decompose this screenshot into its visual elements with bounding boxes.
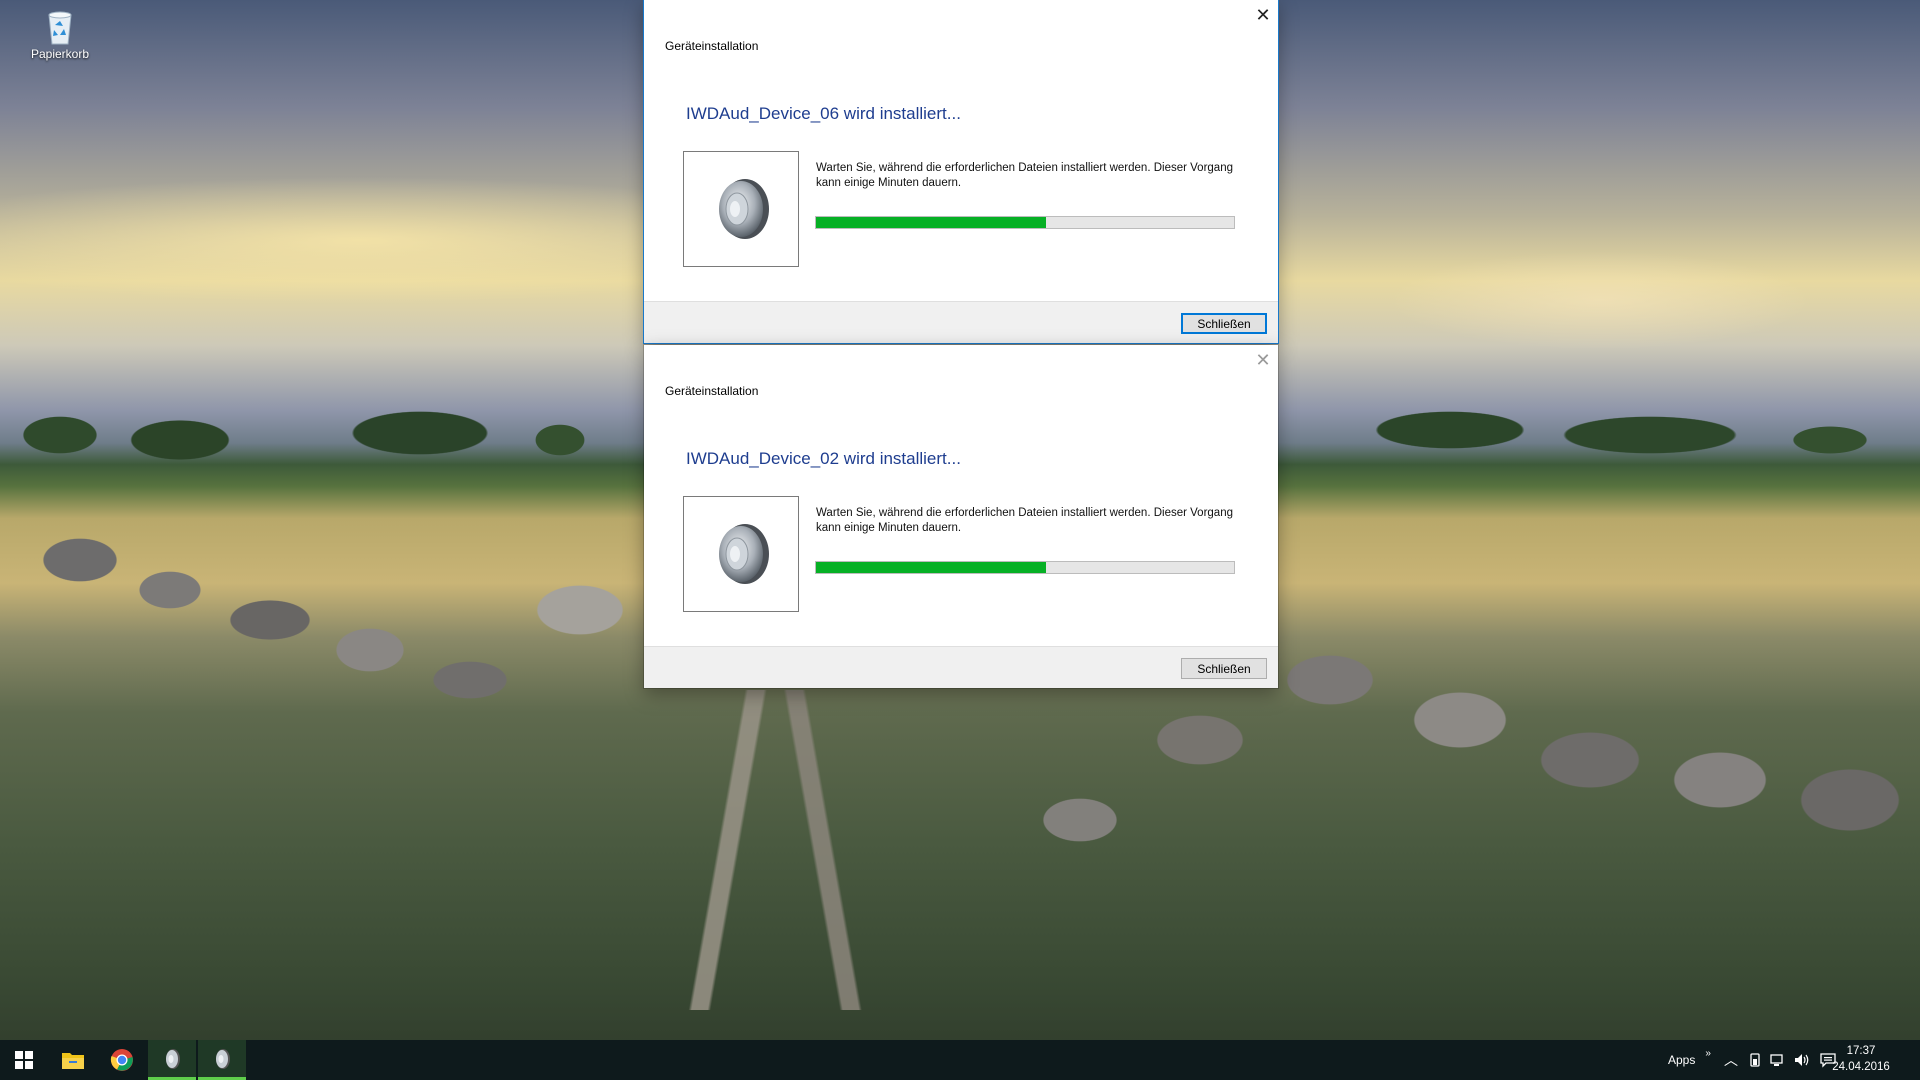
recycle-bin-label: Papierkorb [30,47,90,61]
taskbar-file-explorer[interactable] [49,1040,97,1080]
taskbar-device-install-1[interactable] [148,1040,196,1080]
tray-volume[interactable] [1794,1040,1812,1080]
network-icon [1770,1054,1783,1066]
power-icon [1750,1053,1760,1067]
apps-label: Apps [1668,1053,1696,1067]
progress-fill [816,562,1046,573]
action-center-button[interactable] [1820,1040,1836,1080]
dialog-footer: Schließen [644,301,1278,343]
install-progress-bar [815,561,1235,574]
taskbar-device-install-2[interactable] [198,1040,246,1080]
chevron-up-icon: ︿ [1724,1052,1738,1068]
close-icon[interactable]: ✕ [1252,349,1274,371]
volume-icon [1795,1054,1809,1066]
system-clock[interactable]: 17:37 24.04.2016 [1828,1043,1894,1075]
apps-label-area[interactable]: Apps » [1668,1040,1711,1080]
recycle-bin-icon [42,8,78,46]
tray-battery[interactable] [1748,1040,1762,1080]
show-hidden-icons-button[interactable]: ︿ [1724,1040,1738,1080]
close-icon[interactable]: ✕ [1252,4,1274,26]
installing-heading: IWDAud_Device_06 wird installiert... [686,104,961,123]
dialog-title: Geräteinstallation [665,39,759,53]
recycle-bin-shortcut[interactable]: Papierkorb [22,8,98,78]
speaker-device-icon [683,151,799,267]
device-install-dialog-1: ✕ Geräteinstallation IWDAud_Device_06 wi… [644,0,1278,343]
close-button[interactable]: Schließen [1181,313,1267,334]
dialog-footer: Schließen [644,646,1278,688]
start-button[interactable] [0,1040,48,1080]
desktop: Papierkorb ✕ Geräteinstallation IWDAud_D… [0,0,1920,1080]
install-description: Warten Sie, während die erforderlichen D… [816,507,1233,534]
windows-start-icon [15,1051,33,1069]
progress-fill [816,217,1046,228]
sky-glow-right [1280,220,1920,380]
speaker-device-icon [683,496,799,612]
speaker-device-icon [166,1048,180,1069]
device-install-dialog-2: ✕ Geräteinstallation IWDAud_Device_02 wi… [644,345,1278,688]
notification-icon [1820,1053,1836,1068]
clock-date: 24.04.2016 [1832,1061,1890,1073]
speaker-device-icon [216,1048,230,1069]
tray-network[interactable] [1770,1040,1786,1080]
wooden-stile [650,690,910,1010]
installing-heading: IWDAud_Device_02 wird installiert... [686,449,961,468]
install-description: Warten Sie, während die erforderlichen D… [816,162,1233,189]
dialog-title: Geräteinstallation [665,384,759,398]
file-explorer-icon [62,1053,84,1069]
clock-time: 17:37 [1846,1045,1876,1057]
close-button[interactable]: Schließen [1181,658,1267,679]
chevron-right-icon: » [1705,1047,1711,1059]
taskbar-chrome[interactable] [98,1040,146,1080]
taskbar: Apps » ︿ 17:37 24.04.2016 [0,1040,1920,1080]
chrome-icon [110,1049,133,1071]
install-progress-bar [815,216,1235,229]
